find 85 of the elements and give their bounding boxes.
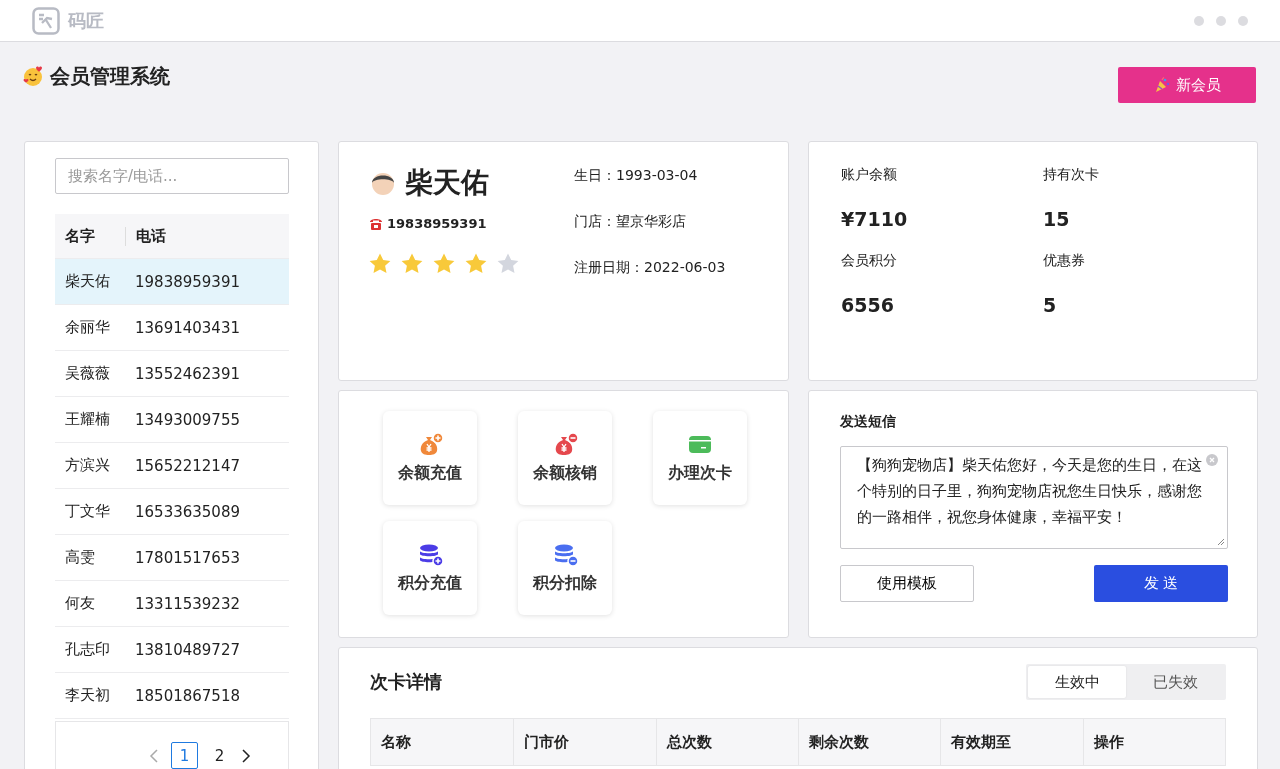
member-row[interactable]: 高雯 17801517653 bbox=[55, 535, 289, 581]
member-row[interactable]: 李天初 18501867518 bbox=[55, 673, 289, 719]
brand-name: 码匠 bbox=[68, 8, 104, 33]
page-title: 会员管理系统 bbox=[50, 62, 170, 90]
table-cell-text: 13691403431 bbox=[134, 318, 241, 337]
stat-value: 15 bbox=[1043, 208, 1071, 230]
stat-value: 6556 bbox=[841, 294, 895, 316]
window-dot-icon[interactable] bbox=[1238, 15, 1248, 26]
action-tile[interactable]: 积分充值 bbox=[383, 521, 477, 615]
star-icon bbox=[401, 253, 423, 274]
star-icon bbox=[369, 253, 391, 274]
stat-label: 会员积分 bbox=[841, 252, 898, 270]
send-button[interactable]: 发 送 bbox=[1094, 565, 1228, 602]
logo-icon bbox=[32, 6, 60, 35]
table-cell-text: 18501867518 bbox=[134, 686, 241, 705]
star-icon bbox=[497, 253, 519, 274]
stat-label: 持有次卡 bbox=[1043, 166, 1100, 184]
section-title: 次卡详情 bbox=[370, 670, 442, 694]
table-cell-text: 17801517653 bbox=[134, 548, 241, 567]
member-row[interactable]: 丁文华 16533635089 bbox=[55, 489, 289, 535]
member-row[interactable]: 余丽华 13691403431 bbox=[55, 305, 289, 351]
filter-tab[interactable]: 生效中 bbox=[1028, 666, 1126, 698]
table-cell-text: 柴天佑 bbox=[64, 272, 111, 291]
table-cell-text: 13552462391 bbox=[134, 364, 241, 383]
message-field[interactable]: 【狗狗宠物店】柴天佑您好，今天是您的生日，在这个特别的日子里，狗狗宠物店祝您生日快乐，感谢您的一路相伴，祝您身体健康，幸福平安！ bbox=[840, 446, 1228, 549]
table-cell-text: 余丽华 bbox=[64, 318, 111, 337]
column-header: 门市价 bbox=[513, 719, 656, 765]
table-cell-text: 方滨兴 bbox=[64, 456, 111, 475]
window-dot-icon[interactable] bbox=[1216, 15, 1226, 26]
telephone-icon bbox=[369, 217, 383, 230]
table-cell-text: 王耀楠 bbox=[64, 410, 111, 429]
table-cell-text: 李天初 bbox=[64, 686, 111, 705]
star-icon bbox=[465, 253, 487, 274]
table-cell-text: 丁文华 bbox=[64, 502, 111, 521]
member-row[interactable]: 吴薇薇 13552462391 bbox=[55, 351, 289, 397]
column-header: 操作 bbox=[1082, 719, 1225, 765]
chevron-left-icon[interactable] bbox=[149, 748, 159, 763]
table-cell-text: 19838959391 bbox=[134, 272, 241, 291]
column-header: 名称 bbox=[380, 731, 412, 753]
table-cell-text: 16533635089 bbox=[134, 502, 241, 521]
member-row[interactable]: 孔志印 13810489727 bbox=[55, 627, 289, 673]
member-row[interactable]: 柴天佑 19838959391 bbox=[55, 259, 289, 305]
column-header: 剩余次数 bbox=[798, 719, 941, 765]
member-detail: 注册日期：2022-06-03 bbox=[574, 259, 726, 277]
resize-grip-icon[interactable] bbox=[1217, 538, 1225, 546]
page-button[interactable]: 2 bbox=[206, 742, 233, 769]
member-detail: 生日：1993-03-04 bbox=[574, 167, 699, 185]
action-tile[interactable]: 办理次卡 bbox=[653, 411, 747, 505]
stat-label: 账户余额 bbox=[841, 166, 898, 184]
column-header: 电话 bbox=[125, 226, 289, 246]
action-tile[interactable]: 余额充值 bbox=[383, 411, 477, 505]
column-header: 名字 bbox=[64, 226, 96, 246]
table-cell-text: 吴薇薇 bbox=[64, 364, 111, 383]
stat-value: ¥7110 bbox=[841, 208, 909, 230]
clear-icon[interactable] bbox=[1206, 454, 1218, 466]
star-icon bbox=[433, 253, 455, 274]
column-header: 总次数 bbox=[655, 719, 798, 765]
member-row[interactable]: 方滨兴 15652212147 bbox=[55, 443, 289, 489]
table-cell-text: 15652212147 bbox=[134, 456, 241, 475]
action-tile[interactable]: 积分扣除 bbox=[518, 521, 612, 615]
action-tile[interactable]: 余额核销 bbox=[518, 411, 612, 505]
stat-value: 5 bbox=[1043, 294, 1058, 316]
filter-tab[interactable]: 已失效 bbox=[1126, 666, 1224, 698]
member-name: 柴天佑 bbox=[405, 165, 489, 201]
party-popper-icon bbox=[1153, 77, 1170, 93]
table-cell-text: 13493009755 bbox=[134, 410, 241, 429]
member-phone: 19838959391 bbox=[387, 216, 487, 231]
member-row[interactable]: 何友 13311539232 bbox=[55, 581, 289, 627]
page-button[interactable]: 1 bbox=[171, 742, 198, 769]
member-detail: 门店：望京华彩店 bbox=[574, 213, 687, 231]
table-cell-text: 孔志印 bbox=[64, 640, 111, 659]
window-dot-icon[interactable] bbox=[1194, 15, 1204, 26]
use-template-button[interactable]: 使用模板 bbox=[840, 565, 974, 602]
table-cell-text: 何友 bbox=[64, 594, 96, 613]
table-cell-text: 13311539232 bbox=[134, 594, 241, 613]
table-cell-text: 高雯 bbox=[64, 548, 96, 567]
sms-title: 发送短信 bbox=[840, 413, 897, 431]
chevron-right-icon[interactable] bbox=[241, 748, 251, 763]
table-cell-text: 13810489727 bbox=[134, 640, 241, 659]
member-row[interactable]: 王耀楠 13493009755 bbox=[55, 397, 289, 443]
new-member-button[interactable]: 新会员 bbox=[1118, 67, 1256, 103]
smiling-face-icon bbox=[22, 65, 44, 87]
column-header: 有效期至 bbox=[940, 719, 1083, 765]
stat-label: 优惠券 bbox=[1043, 252, 1086, 270]
search-field[interactable]: 搜索名字/电话... bbox=[55, 158, 289, 194]
